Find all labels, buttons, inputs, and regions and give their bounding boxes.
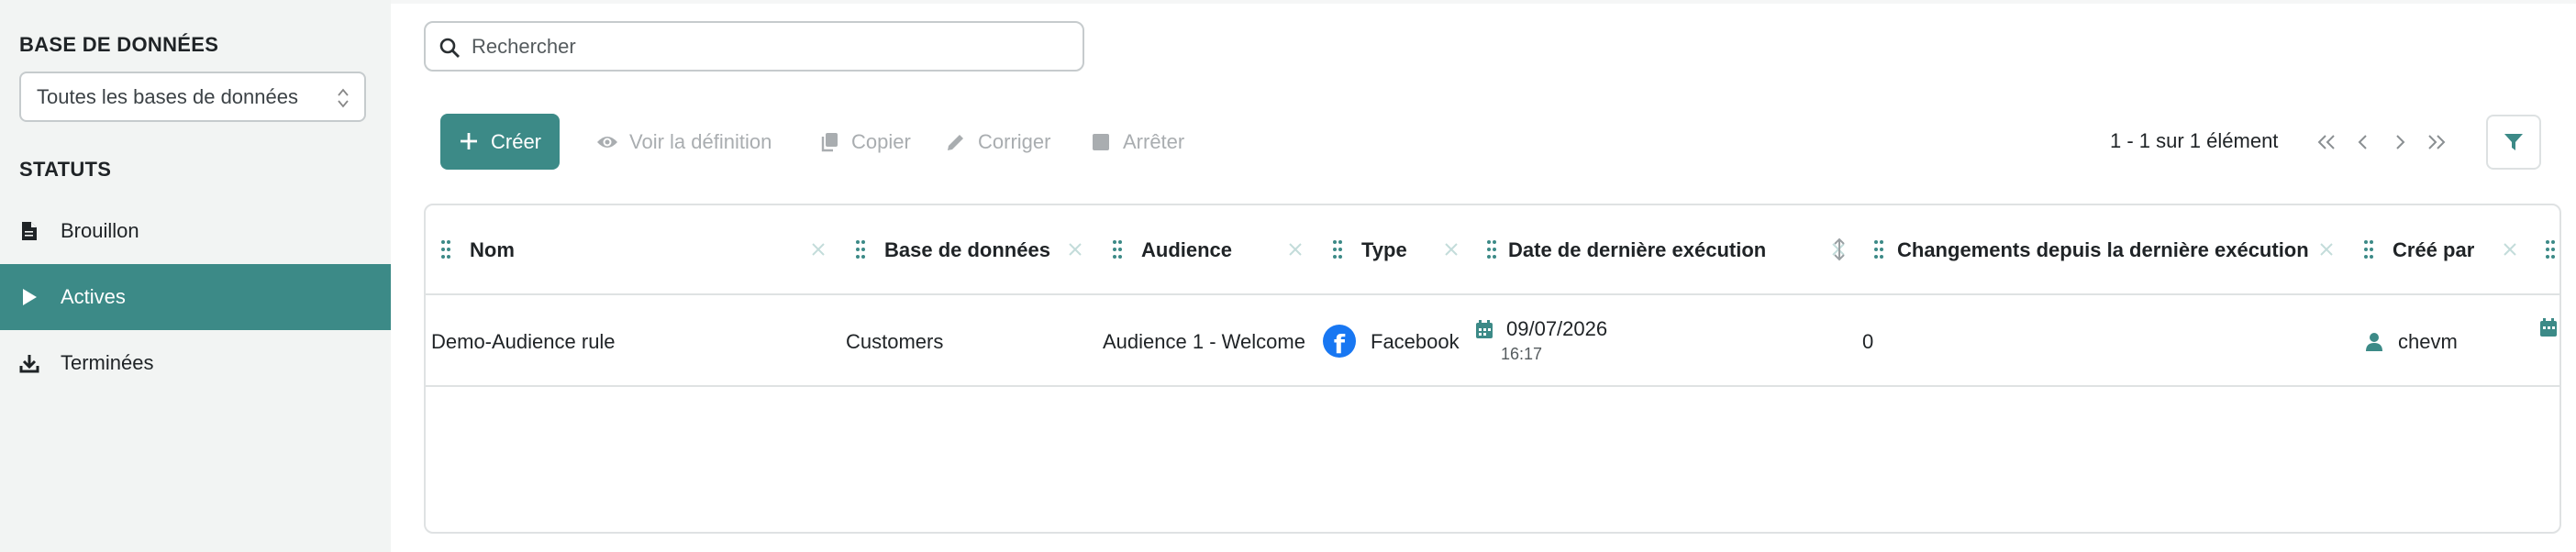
close-icon[interactable]	[2317, 240, 2336, 259]
top-strip	[391, 0, 2576, 4]
drag-handle-icon[interactable]	[2545, 239, 2556, 259]
column-label: Créé par	[2393, 238, 2475, 261]
file-icon	[18, 220, 40, 242]
filter-icon	[2504, 134, 2523, 150]
calendar-icon	[1476, 320, 1493, 338]
stop-button[interactable]: Arrêter	[1090, 127, 1184, 158]
sidebar-item-terminees[interactable]: Terminées	[0, 330, 391, 396]
close-icon[interactable]	[1066, 240, 1084, 259]
stop-icon	[1090, 131, 1112, 153]
play-icon	[18, 286, 40, 308]
cell-type: Facebook	[1371, 330, 1460, 353]
sidebar-item-label: Brouillon	[61, 219, 139, 242]
rules-table: Nom Base de données Audience Type Date d…	[424, 204, 2561, 534]
column-label: Date de dernière exécution	[1508, 238, 1767, 261]
close-icon[interactable]	[809, 240, 827, 259]
copy-icon	[818, 131, 840, 153]
user-icon	[2366, 333, 2382, 351]
database-select[interactable]: Toutes les bases de données	[19, 72, 366, 122]
status-heading: STATUTS	[19, 158, 112, 181]
sidebar-item-actives[interactable]: Actives	[0, 264, 391, 330]
cell-created-by: chevm	[2398, 330, 2458, 353]
pagination-summary: 1 - 1 sur 1 élément	[2110, 129, 2279, 152]
drag-handle-icon[interactable]	[855, 239, 866, 259]
drag-handle-icon[interactable]	[1112, 239, 1123, 259]
sidebar: BASE DE DONNÉES Toutes les bases de donn…	[0, 0, 391, 552]
search-box[interactable]	[424, 21, 1084, 72]
fix-label: Corriger	[978, 130, 1051, 153]
close-icon[interactable]	[1442, 240, 1460, 259]
search-icon	[439, 38, 460, 58]
cell-database: Customers	[846, 330, 944, 353]
cell-name: Demo-Audience rule	[431, 330, 616, 353]
pencil-icon	[945, 131, 967, 153]
database-select-value: Toutes les bases de données	[37, 84, 298, 108]
drag-handle-icon[interactable]	[1873, 239, 1884, 259]
create-button-label: Créer	[491, 129, 542, 153]
plus-icon	[461, 133, 477, 149]
sidebar-item-label: Actives	[61, 285, 126, 308]
search-input[interactable]	[472, 32, 1059, 61]
cell-audience: Audience 1 - Welcome	[1103, 330, 1305, 353]
next-page-icon[interactable]	[2389, 131, 2411, 153]
table-header: Nom Base de données Audience Type Date d…	[426, 205, 2559, 295]
first-page-icon[interactable]	[2315, 131, 2337, 153]
cell-changes: 0	[1862, 330, 1874, 353]
facebook-icon: f	[1323, 325, 1356, 359]
stop-label: Arrêter	[1123, 130, 1185, 153]
column-label: Type	[1361, 238, 1407, 261]
drag-handle-icon[interactable]	[1332, 239, 1343, 259]
sort-icon[interactable]	[1833, 237, 1846, 262]
column-label: Audience	[1141, 238, 1233, 261]
view-definition-button[interactable]: Voir la définition	[596, 127, 772, 158]
close-icon[interactable]	[1286, 240, 1305, 259]
filter-button[interactable]	[2486, 115, 2541, 170]
drag-handle-icon[interactable]	[440, 239, 451, 259]
column-label: Changements depuis la dernière exécution	[1897, 238, 2309, 261]
column-label: Nom	[470, 238, 515, 261]
drag-handle-icon[interactable]	[1486, 239, 1497, 259]
column-label: Base de données	[884, 238, 1050, 261]
select-arrows-icon	[338, 88, 349, 108]
eye-icon	[596, 131, 618, 153]
copy-button[interactable]: Copier	[818, 127, 911, 158]
calendar-icon	[2540, 318, 2557, 337]
previous-page-icon[interactable]	[2352, 131, 2374, 153]
database-heading: BASE DE DONNÉES	[19, 33, 219, 56]
create-button[interactable]: Créer	[440, 114, 560, 170]
sidebar-item-brouillon[interactable]: Brouillon	[0, 198, 391, 264]
last-page-icon[interactable]	[2426, 131, 2448, 153]
sidebar-item-label: Terminées	[61, 351, 154, 374]
drag-handle-icon[interactable]	[2363, 239, 2374, 259]
copy-label: Copier	[851, 130, 911, 153]
close-icon[interactable]	[2501, 240, 2519, 259]
table-row[interactable]: Demo-Audience rule Customers Audience 1 …	[426, 297, 2559, 387]
download-icon	[18, 352, 40, 374]
cell-last-run-date: 09/07/2026	[1506, 317, 1608, 340]
fix-button[interactable]: Corriger	[945, 127, 1050, 158]
cell-last-run-time: 16:17	[1501, 345, 1543, 363]
view-definition-label: Voir la définition	[629, 130, 772, 153]
